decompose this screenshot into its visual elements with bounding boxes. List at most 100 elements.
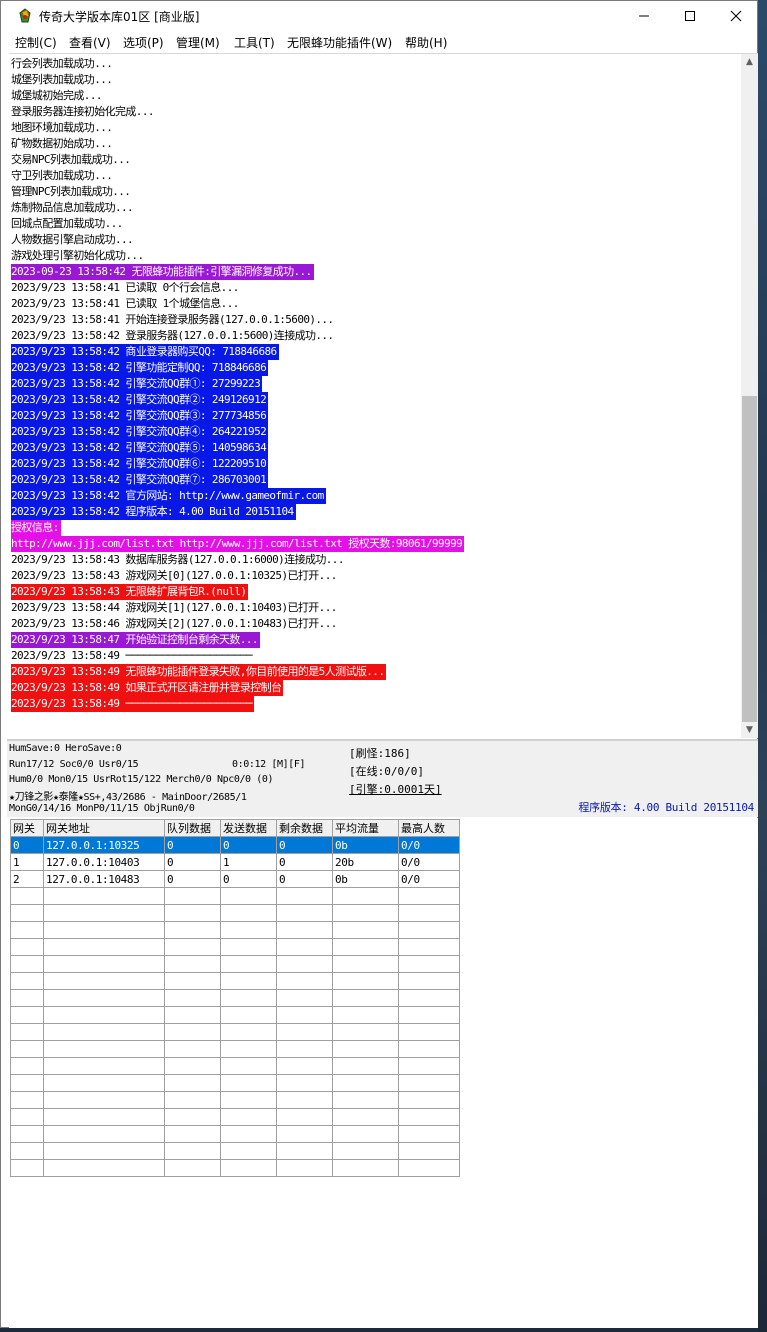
menu-manage[interactable]: 管理(M): [176, 34, 220, 51]
title-bar[interactable]: 传奇大学版本库01区 [商业版]: [1, 1, 757, 31]
column-header[interactable]: 最高人数: [398, 819, 460, 837]
table-cell: [10, 1057, 44, 1075]
menu-control[interactable]: 控制(C): [15, 34, 57, 51]
table-row[interactable]: [10, 904, 460, 922]
window-title: 传奇大学版本库01区 [商业版]: [39, 10, 200, 24]
table-cell: [332, 1159, 399, 1177]
table-cell: [43, 1074, 165, 1092]
column-header[interactable]: 网关: [10, 819, 44, 837]
table-cell: [276, 1074, 333, 1092]
table-cell: [164, 1074, 221, 1092]
table-cell: [164, 1040, 221, 1058]
log-text: 行会列表加载成功...: [11, 57, 113, 70]
table-row[interactable]: [10, 921, 460, 939]
table-cell: [398, 972, 460, 990]
maximize-button[interactable]: [667, 1, 713, 31]
table-cell: [10, 1159, 44, 1177]
table-row[interactable]: [10, 1023, 460, 1041]
table-row[interactable]: [10, 955, 460, 973]
log-scrollbar[interactable]: ▲ ▼: [741, 54, 758, 738]
scroll-thumb[interactable]: [742, 396, 757, 722]
table-row[interactable]: [10, 1108, 460, 1126]
table-cell: [276, 955, 333, 973]
table-cell: [276, 972, 333, 990]
table-cell: [332, 1074, 399, 1092]
table-row[interactable]: [10, 1125, 460, 1143]
table-cell: [398, 955, 460, 973]
menu-options[interactable]: 选项(P): [123, 34, 164, 51]
scroll-up-icon[interactable]: ▲: [741, 54, 758, 71]
column-header[interactable]: 平均流量: [332, 819, 399, 837]
log-text: http://www.jjj.com/list.txt http://www.j…: [11, 536, 465, 552]
log-lines: 行会列表加载成功... 城堡列表加载成功... 城堡城初始完成... 登录服务器连接初…: [11, 56, 741, 712]
table-row[interactable]: 0 127.0.0.1:10325 0 0 0 0b 0/0: [10, 836, 460, 854]
table-cell: [10, 904, 44, 922]
log-text: 2023/9/23 13:58:41 开始连接登录服务器(127.0.0.1:5…: [11, 313, 334, 326]
table-cell: [332, 972, 399, 990]
log-text: 2023/9/23 13:58:42 引擎交流QQ群①: 27299223: [11, 376, 263, 392]
menu-tools[interactable]: 工具(T): [234, 34, 275, 51]
status-hum: Hum0/0 Mon0/15 UsrRot15/122 Merch0/0 Npc…: [9, 774, 274, 785]
column-header[interactable]: 剩余数据: [276, 819, 333, 837]
table-row[interactable]: [10, 1091, 460, 1109]
table-row[interactable]: [10, 938, 460, 956]
close-button[interactable]: [713, 1, 759, 31]
column-header[interactable]: 网关地址: [43, 819, 165, 837]
table-cell: [164, 972, 221, 990]
status-mon: MonG0/14/16 MonP0/11/15 ObjRun0/0: [9, 803, 195, 814]
table-row[interactable]: 1 127.0.0.1:10403 0 1 0 20b 0/0: [10, 853, 460, 871]
column-header[interactable]: 队列数据: [164, 819, 221, 837]
scroll-down-icon[interactable]: ▼: [741, 722, 758, 738]
log-line: 游戏处理引擎初始化成功...: [11, 248, 741, 264]
menu-plugin[interactable]: 无限蜂功能插件(W): [287, 34, 392, 51]
table-cell: [276, 1091, 333, 1109]
table-cell: [43, 938, 165, 956]
table-row[interactable]: [10, 1074, 460, 1092]
table-cell: 0: [276, 853, 333, 871]
log-line: 2023/9/23 13:58:42 引擎交流QQ群⑤: 140598634: [11, 440, 741, 456]
table-row[interactable]: [10, 1057, 460, 1075]
table-row[interactable]: [10, 989, 460, 1007]
table-cell: [10, 1040, 44, 1058]
table-cell: 0: [164, 836, 221, 854]
table-cell: [276, 887, 333, 905]
table-cell: [220, 972, 277, 990]
table-row[interactable]: [10, 887, 460, 905]
gateway-grid[interactable]: 网关 网关地址 队列数据 发送数据 剩余数据 平均流量 最高人数 0 127.0.0.1:10…: [9, 818, 758, 1328]
table-row[interactable]: [10, 1040, 460, 1058]
table-cell: 0: [220, 870, 277, 888]
table-cell: [332, 904, 399, 922]
log-line: 2023/9/23 13:58:42 程序版本: 4.00 Build 2015…: [11, 504, 741, 520]
table-cell: [398, 1057, 460, 1075]
table-cell: [10, 1006, 44, 1024]
table-row[interactable]: [10, 972, 460, 990]
column-header[interactable]: 发送数据: [220, 819, 277, 837]
table-cell: [10, 921, 44, 939]
table-cell: [398, 1006, 460, 1024]
table-row[interactable]: [10, 1159, 460, 1177]
menu-help[interactable]: 帮助(H): [405, 34, 447, 51]
table-cell: [398, 989, 460, 1007]
log-line: 交易NPC列表加载成功...: [11, 152, 741, 168]
menu-view[interactable]: 查看(V): [69, 34, 111, 51]
table-row[interactable]: [10, 1142, 460, 1160]
log-line: 2023/9/23 13:58:41 开始连接登录服务器(127.0.0.1:5…: [11, 312, 741, 328]
log-line: 2023/9/23 13:58:44 游戏网关[1](127.0.0.1:104…: [11, 600, 741, 616]
log-panel[interactable]: 行会列表加载成功... 城堡列表加载成功... 城堡城初始完成... 登录服务器连接初…: [9, 53, 758, 738]
log-line: 行会列表加载成功...: [11, 56, 741, 72]
log-line: 登录服务器连接初始化完成...: [11, 104, 741, 120]
log-text: 2023/9/23 13:58:42 程序版本: 4.00 Build 2015…: [11, 504, 296, 520]
log-text: 城堡列表加载成功...: [11, 73, 113, 86]
status-run: Run17/12 Soc0/0 Usr0/15: [9, 759, 139, 770]
table-cell: [276, 1125, 333, 1143]
table-cell: [332, 921, 399, 939]
table-cell: [164, 938, 221, 956]
log-line: 矿物数据初始成功...: [11, 136, 741, 152]
table-row[interactable]: [10, 1006, 460, 1024]
status-save: HumSave:0 HeroSave:0: [9, 743, 122, 754]
engine-label[interactable]: [引擎:0.0001天]: [349, 781, 442, 797]
table-cell: [43, 1057, 165, 1075]
table-row[interactable]: 2 127.0.0.1:10483 0 0 0 0b 0/0: [10, 870, 460, 888]
log-text: 地图环境加载成功...: [11, 121, 113, 134]
minimize-button[interactable]: [621, 1, 667, 31]
